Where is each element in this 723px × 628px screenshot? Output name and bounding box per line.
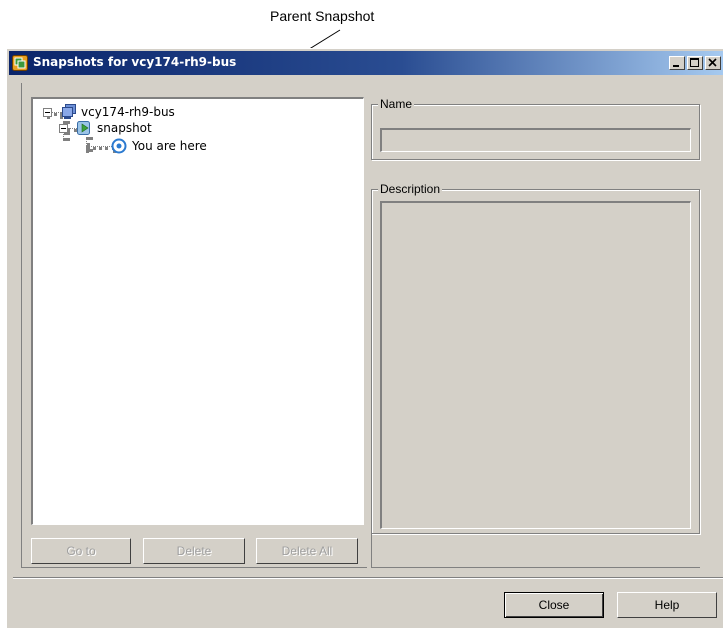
help-button[interactable]: Help xyxy=(617,592,717,618)
name-label: Name xyxy=(378,97,415,111)
name-field[interactable] xyxy=(380,128,691,152)
window-title: Snapshots for vcy174-rh9-bus xyxy=(33,55,237,69)
parent-snapshot-callout: Parent Snapshot xyxy=(270,8,375,24)
minimize-button[interactable] xyxy=(669,56,685,70)
maximize-icon xyxy=(690,58,699,67)
description-field[interactable] xyxy=(380,201,691,529)
title-bar[interactable]: Snapshots for vcy174-rh9-bus xyxy=(9,51,723,75)
snapshots-dialog: Snapshots for vcy174-rh9-bus vcy174-rh9-… xyxy=(6,48,723,628)
details-bottom-frame xyxy=(371,534,700,568)
description-label: Description xyxy=(378,182,443,196)
close-button[interactable]: Close xyxy=(504,592,604,618)
minimize-icon xyxy=(673,65,679,67)
description-group: Description xyxy=(371,182,700,534)
maximize-button[interactable] xyxy=(687,56,703,70)
close-window-button[interactable] xyxy=(705,56,721,70)
name-group: Name xyxy=(371,97,700,160)
app-icon xyxy=(12,55,28,71)
footer-divider xyxy=(13,577,723,579)
tree-bottom-frame xyxy=(21,83,367,568)
close-icon xyxy=(708,58,717,67)
